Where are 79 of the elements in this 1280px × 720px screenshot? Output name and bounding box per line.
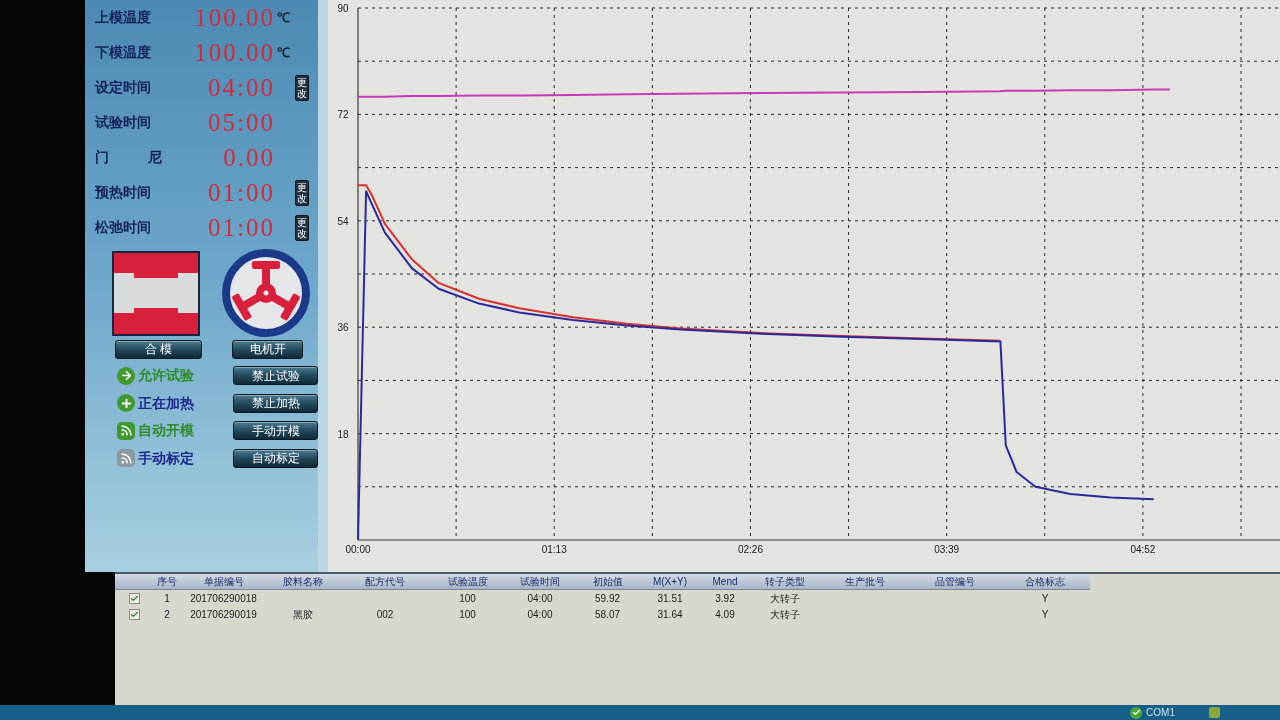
mold-diagram-icon [112,250,200,336]
column-header: Mend [711,575,739,589]
table-cell-text: Y [1041,592,1049,606]
column-header: 序号 [156,575,178,589]
unit-label: ℃ [277,43,290,62]
table-cell-text: 3.92 [715,592,735,606]
column-header: M(X+Y) [651,575,689,589]
column-header: 胶料名称 [282,575,324,589]
axis-tick-label: 72 [337,109,349,121]
reading-label: 上模温度 [95,8,152,27]
edit-button[interactable]: 更改 [295,179,309,206]
table-cell-text: 31.64 [657,608,683,622]
axis-tick-label: 00:00 [345,544,371,555]
table-cell-text: 31.51 [657,592,683,606]
toggle-button[interactable]: 手动开模 [233,421,318,441]
axis-tick-label: 18 [337,428,349,440]
table-cell-text: 100 [459,592,476,606]
table-cell-text: 201706290019 [190,608,257,622]
rotor-icon [222,249,310,337]
column-header: 合格标志 [1024,575,1066,589]
axis-tick-label: 90 [337,3,349,14]
status-label: 允许试验 [138,366,194,386]
column-header: 单据编号 [202,575,245,589]
unit-label: ℃ [277,8,290,27]
row-checkbox[interactable] [128,609,140,620]
column-header: 配方代号 [364,575,406,589]
toggle-button[interactable]: 禁止加热 [233,393,318,413]
close-mold-button[interactable]: 合 模 [115,339,202,359]
column-header: 试验温度 [446,575,489,589]
reading-value: 04:00 [207,75,275,100]
column-header: 初始值 [591,575,624,589]
reading-value: 01:00 [207,180,275,205]
table-cell-text: 大转子 [770,592,800,606]
reading-value: 100.00 [193,40,275,65]
check-icon [1130,706,1143,719]
reading-value: 01:00 [207,215,275,240]
table-cell-text: 58.07 [595,608,620,622]
reading-label: 下模温度 [95,43,152,62]
table-cell-text: 59.92 [595,592,620,606]
reading-label: 松弛时间 [95,218,152,237]
axis-tick-label: 01:13 [541,544,567,555]
table-cell-text: Y [1041,608,1049,622]
table-cell-text: 黑胶 [293,608,313,622]
status-label: 手动标定 [138,448,194,468]
table-cell-text: 2 [164,608,170,622]
table-cell-text: 100 [459,608,476,622]
table-cell-text: 002 [376,608,394,622]
axis-tick-label: 36 [337,322,349,334]
reading-value: 05:00 [207,110,275,135]
reading-label: 试验时间 [95,113,152,132]
reading-label: 门 尼 [95,148,163,167]
table-cell-text: 大转子 [770,608,800,622]
edit-button[interactable]: 更改 [295,214,309,241]
column-header: 转子类型 [764,575,806,589]
table-cell-text: 1 [164,592,170,606]
table-cell-text: 201706290018 [190,592,257,606]
axis-tick-label: 02:26 [737,544,763,555]
row-checkbox[interactable] [128,593,140,604]
table-cell-text: 04:00 [527,608,553,622]
port-label: COM1 [1146,707,1175,718]
column-header: 试验时间 [519,575,561,589]
table-cell-text: 04:00 [527,592,553,606]
reading-value: 0.00 [222,145,275,170]
column-header: 生产批号 [844,575,886,589]
motor-button[interactable]: 电机开 [232,339,303,359]
edit-button[interactable]: 更改 [295,74,309,101]
axis-tick-label: 03:39 [934,544,960,555]
toggle-button[interactable]: 自动标定 [233,448,318,468]
reading-value: 100.00 [193,5,275,30]
table-cell-text: 4.09 [715,608,735,622]
toggle-button[interactable]: 禁止试验 [233,366,318,386]
reading-label: 设定时间 [95,78,152,97]
status-label: 自动开模 [138,421,194,441]
status-label: 正在加热 [138,393,194,413]
device-icon [1209,707,1220,718]
reading-label: 预热时间 [95,183,152,202]
axis-tick-label: 54 [337,215,349,227]
column-header: 品管编号 [934,575,976,589]
axis-tick-label: 04:52 [1130,544,1156,555]
